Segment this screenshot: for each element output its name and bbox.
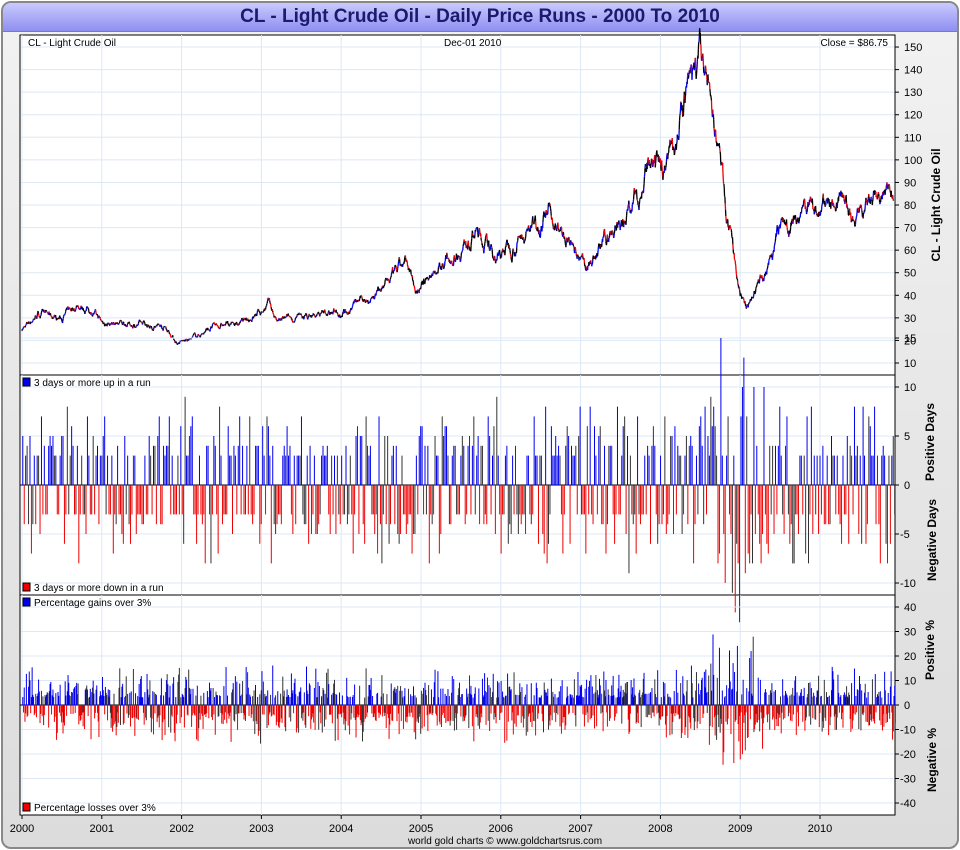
x-tick-label: 2005 [409, 823, 433, 835]
y-tick-label: 10 [904, 676, 916, 688]
y-tick-label: 0 [904, 700, 910, 712]
y-tick-label: 110 [904, 132, 922, 144]
chart-canvas: 102030405060708090100110120130140150CL -… [10, 28, 943, 847]
y-axis-label-negative: Negative % [925, 728, 939, 792]
y-tick-label: 140 [904, 65, 922, 77]
legend-up: Percentage gains over 3% [34, 598, 151, 609]
x-tick-label: 2006 [489, 823, 513, 835]
close-label: Close = $86.75 [820, 38, 888, 49]
y-tick-label: 10 [904, 382, 916, 394]
date-label: Dec-01 2010 [444, 38, 502, 49]
y-tick-label: 90 [904, 177, 916, 189]
legend-up-swatch [22, 377, 31, 387]
y-axis-label-positive: Positive Days [923, 403, 937, 481]
legend-down: Percentage losses over 3% [34, 803, 156, 814]
y-tick-label: 60 [904, 245, 916, 257]
y-tick-label: 70 [904, 223, 916, 235]
legend-up: 3 days or more up in a run [34, 378, 151, 389]
x-tick-label: 2002 [169, 823, 193, 835]
y-tick-label: -10 [900, 725, 916, 737]
y-tick-label: -10 [900, 578, 916, 590]
footer-credit: world gold charts © www.goldchartsrus.co… [407, 836, 602, 847]
y-tick-label: 40 [904, 290, 916, 302]
y-tick-label: 80 [904, 200, 916, 212]
y-tick-label: 100 [904, 155, 922, 167]
x-tick-label: 2001 [90, 823, 114, 835]
y-tick-label: 40 [904, 602, 916, 614]
x-tick-label: 2004 [329, 823, 353, 835]
y-axis-label: CL - Light Crude Oil [929, 148, 943, 261]
y-tick-label: 10 [904, 358, 916, 370]
y-axis-label-negative: Negative Days [925, 499, 939, 581]
y-tick-label: 130 [904, 87, 922, 99]
y-tick-label: 150 [904, 42, 922, 54]
x-tick-label: 2000 [10, 823, 34, 835]
y-tick-label: 0 [904, 480, 910, 492]
y-tick-label: 50 [904, 268, 916, 280]
x-tick-label: 2009 [728, 823, 752, 835]
x-tick-label: 2008 [648, 823, 672, 835]
y-tick-label: -5 [900, 529, 910, 541]
legend-up-swatch [22, 597, 31, 607]
x-tick-label: 2010 [808, 823, 832, 835]
y-tick-label: -20 [900, 749, 916, 761]
series-label: CL - Light Crude Oil [28, 38, 116, 49]
x-tick-label: 2007 [568, 823, 592, 835]
legend-down-swatch [22, 802, 31, 812]
y-tick-label: -40 [900, 798, 916, 810]
legend-down: 3 days or more down in a run [34, 583, 164, 594]
y-tick-label: 120 [904, 110, 922, 122]
y-tick-label: 15 [904, 333, 916, 345]
legend-down-swatch [22, 582, 31, 592]
y-tick-label: 30 [904, 313, 916, 325]
y-tick-label: 30 [904, 627, 916, 639]
x-tick-label: 2003 [249, 823, 273, 835]
y-tick-label: 20 [904, 651, 916, 663]
y-tick-label: 5 [904, 431, 910, 443]
y-tick-label: -30 [900, 774, 916, 786]
y-axis-label-positive: Positive % [923, 620, 937, 680]
